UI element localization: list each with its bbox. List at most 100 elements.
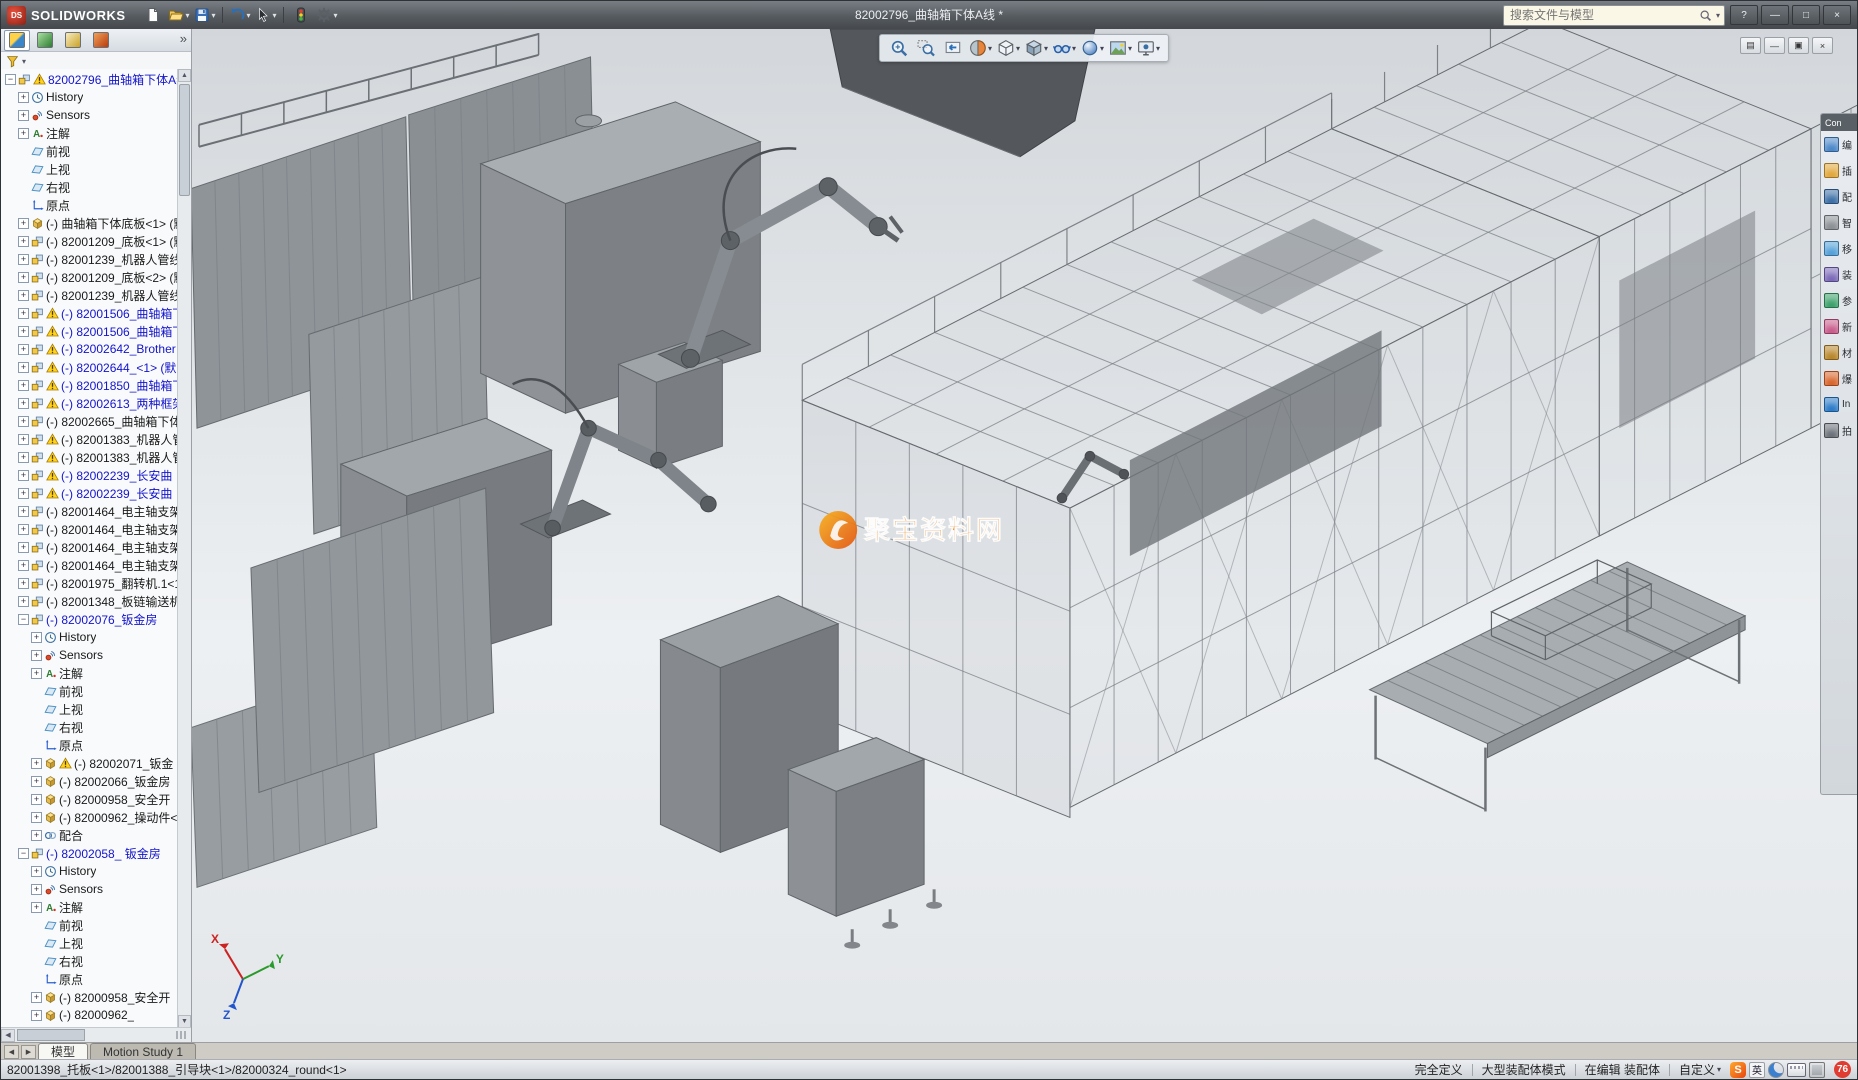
- ime-toolbox-icon[interactable]: [1809, 1062, 1825, 1078]
- close-button[interactable]: ×: [1823, 5, 1851, 25]
- apply-scene-button[interactable]: ▾: [1109, 37, 1132, 59]
- scroll-thumb[interactable]: [179, 84, 190, 196]
- tree-item[interactable]: +注解: [1, 124, 178, 142]
- tree-item[interactable]: +Sensors: [1, 880, 178, 898]
- viewport-pane-icon[interactable]: ▤: [1740, 37, 1761, 54]
- tree-item[interactable]: +History: [1, 88, 178, 106]
- tree-expander[interactable]: +: [31, 632, 42, 643]
- scroll-up-button[interactable]: ▲: [178, 69, 191, 82]
- tree-expander[interactable]: +: [18, 398, 29, 409]
- display-style-button[interactable]: ▾: [1025, 37, 1048, 59]
- tree-expander[interactable]: −: [18, 848, 29, 859]
- open-button[interactable]: ▾: [167, 4, 191, 26]
- tree-expander[interactable]: +: [18, 542, 29, 553]
- tree-item[interactable]: +(-) 82001239_机器人管线: [1, 286, 178, 304]
- previous-view-button[interactable]: [942, 37, 964, 59]
- bill-of-materials-button[interactable]: 材: [1821, 339, 1857, 365]
- tree-horizontal-scrollbar[interactable]: ◀: [1, 1027, 191, 1042]
- tree-item[interactable]: +(-) 82001209_底板<2> (默: [1, 268, 178, 286]
- filter-funnel-icon[interactable]: [6, 55, 19, 68]
- new-document-button[interactable]: [141, 4, 165, 26]
- tree-item[interactable]: +(-) 82001464_电主轴支架: [1, 538, 178, 556]
- rebuild-button[interactable]: [289, 4, 313, 26]
- assembly-features-button[interactable]: 装: [1821, 261, 1857, 287]
- tree-item[interactable]: +(-) 82001506_曲轴箱下: [1, 322, 178, 340]
- tree-expander[interactable]: +: [31, 866, 42, 877]
- tree-item[interactable]: 上视: [1, 700, 178, 718]
- tree-expander[interactable]: +: [18, 92, 29, 103]
- panel-resize-grip[interactable]: [176, 1031, 191, 1039]
- edit-component-button[interactable]: 编: [1821, 131, 1857, 157]
- ime-language-button[interactable]: 英: [1749, 1062, 1765, 1078]
- tree-item[interactable]: +(-) 82002613_两种框架: [1, 394, 178, 412]
- exploded-view-button[interactable]: 爆: [1821, 365, 1857, 391]
- ime-fullhalf-moon-icon[interactable]: [1768, 1062, 1784, 1078]
- tree-expander[interactable]: +: [31, 884, 42, 895]
- ime-keyboard-icon[interactable]: [1787, 1063, 1806, 1077]
- tree-item[interactable]: +(-) 82001464_电主轴支架: [1, 556, 178, 574]
- tree-item[interactable]: +(-) 82000962_: [1, 1006, 178, 1024]
- tree-expander[interactable]: +: [18, 218, 29, 229]
- zoom-area-button[interactable]: [915, 37, 937, 59]
- tree-expander[interactable]: +: [31, 758, 42, 769]
- tree-item[interactable]: 前视: [1, 142, 178, 160]
- tree-expander[interactable]: +: [18, 290, 29, 301]
- task-pane-header[interactable]: Con: [1821, 114, 1857, 131]
- tree-item[interactable]: +(-) 82000958_安全开: [1, 988, 178, 1006]
- tree-item[interactable]: +Sensors: [1, 646, 178, 664]
- tree-item[interactable]: +注解: [1, 898, 178, 916]
- tree-expander[interactable]: +: [18, 434, 29, 445]
- 3d-viewport[interactable]: 聚宝资料网 X Y Z: [191, 29, 1857, 1042]
- tree-item[interactable]: 右视: [1, 178, 178, 196]
- tree-item[interactable]: +(-) 82002066_钣金房: [1, 772, 178, 790]
- tab-scroll-right-button[interactable]: ▶: [21, 1045, 36, 1059]
- tree-expander[interactable]: +: [31, 776, 42, 787]
- tree-item[interactable]: +Sensors: [1, 106, 178, 124]
- tree-expander[interactable]: +: [31, 830, 42, 841]
- tree-item[interactable]: +(-) 82001506_曲轴箱下: [1, 304, 178, 322]
- tree-item[interactable]: +(-) 82002644_<1> (默: [1, 358, 178, 376]
- panel-expand-button[interactable]: »: [180, 31, 187, 46]
- tree-expander[interactable]: −: [5, 74, 16, 85]
- section-view-button[interactable]: ▾: [969, 37, 992, 59]
- save-button[interactable]: ▾: [193, 4, 217, 26]
- tree-item[interactable]: +History: [1, 628, 178, 646]
- search-icon[interactable]: [1699, 9, 1712, 22]
- configurationmanager-tab[interactable]: [60, 30, 86, 51]
- tree-expander[interactable]: +: [18, 254, 29, 265]
- minimize-button[interactable]: —: [1761, 5, 1789, 25]
- new-motion-study-button[interactable]: 新: [1821, 313, 1857, 339]
- filter-dropdown-caret-icon[interactable]: ▾: [22, 57, 26, 66]
- tree-expander[interactable]: −: [18, 614, 29, 625]
- doc-minimize-button[interactable]: —: [1764, 37, 1785, 54]
- propertymanager-tab[interactable]: [32, 30, 58, 51]
- tree-item[interactable]: +(-) 82001209_底板<1> (默: [1, 232, 178, 250]
- view-settings-button[interactable]: ▾: [1137, 37, 1160, 59]
- tree-item[interactable]: +(-) 82002642_Brother: [1, 340, 178, 358]
- tree-item[interactable]: +(-) 82001239_机器人管线: [1, 250, 178, 268]
- search-scope-caret-icon[interactable]: ▾: [1716, 11, 1720, 20]
- tree-expander[interactable]: +: [18, 470, 29, 481]
- ime-logo-icon[interactable]: S: [1730, 1062, 1746, 1078]
- doc-close-button[interactable]: ×: [1812, 37, 1833, 54]
- document-tab-1[interactable]: Motion Study 1: [90, 1043, 196, 1060]
- tree-expander[interactable]: +: [18, 452, 29, 463]
- tab-scroll-left-button[interactable]: ◀: [4, 1045, 19, 1059]
- tree-expander[interactable]: +: [18, 416, 29, 427]
- tree-expander[interactable]: +: [18, 128, 29, 139]
- tree-item[interactable]: −82002796_曲轴箱下体A线: [1, 70, 178, 88]
- tree-expander[interactable]: +: [18, 110, 29, 121]
- tree-item[interactable]: 右视: [1, 718, 178, 736]
- maximize-button[interactable]: □: [1792, 5, 1820, 25]
- tree-item[interactable]: +(-) 82001383_机器人管线: [1, 448, 178, 466]
- insert-components-button[interactable]: 插: [1821, 157, 1857, 183]
- tree-expander[interactable]: +: [18, 272, 29, 283]
- reference-geometry-button[interactable]: 参: [1821, 287, 1857, 313]
- tree-item[interactable]: +(-) 82000962_操动件<: [1, 808, 178, 826]
- tree-expander[interactable]: +: [18, 524, 29, 535]
- search-input[interactable]: [1508, 7, 1695, 23]
- notification-badge[interactable]: 76: [1834, 1061, 1851, 1078]
- tree-expander[interactable]: +: [31, 812, 42, 823]
- move-component-button[interactable]: 移: [1821, 235, 1857, 261]
- tree-item[interactable]: +(-) 曲轴箱下体底板<1> (默: [1, 214, 178, 232]
